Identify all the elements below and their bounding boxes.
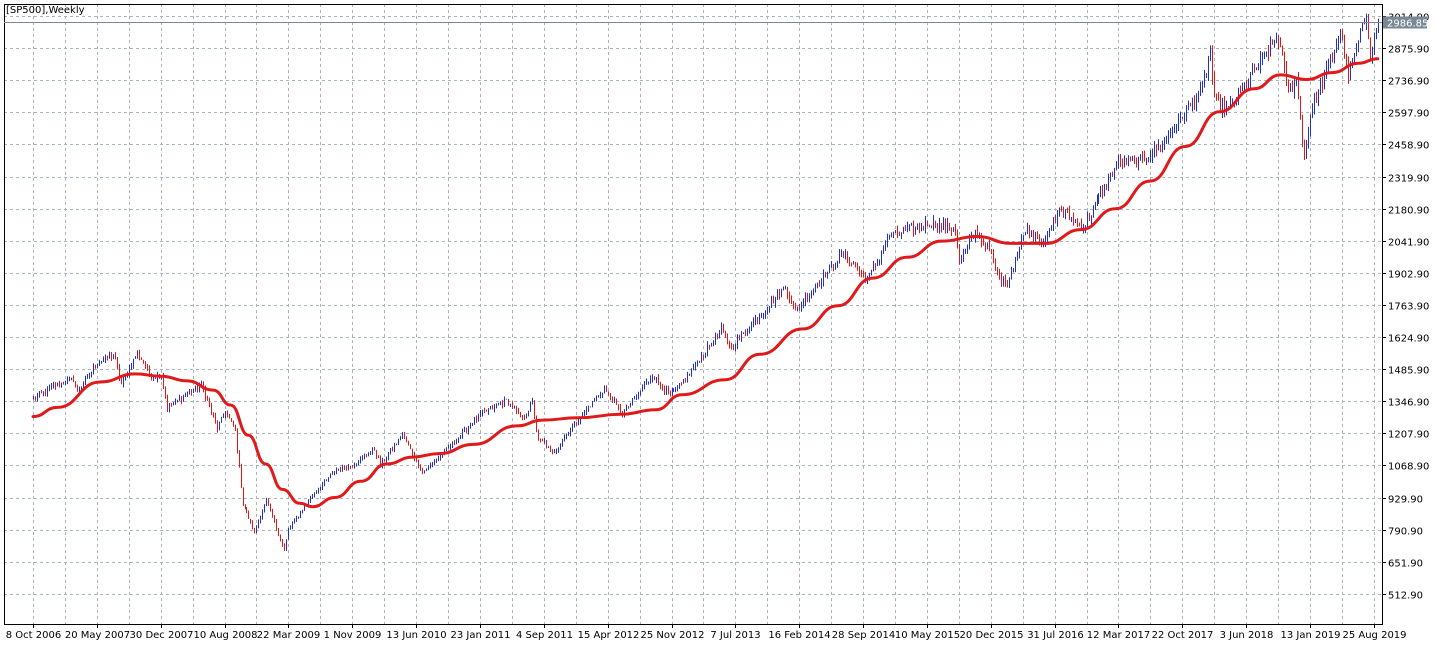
y-tick-label: 2597.90 [1388,109,1429,120]
y-tick-label: 1763.90 [1388,302,1429,313]
x-tick-label: 22 Oct 2017 [1152,630,1214,641]
x-tick-label: 8 Oct 2006 [6,630,61,641]
x-tick-label: 10 May 2015 [895,630,960,641]
x-tick-label: 15 Apr 2012 [578,630,640,641]
x-tick-label: 23 Jan 2011 [451,630,511,641]
y-tick-label: 1485.90 [1388,366,1429,377]
x-tick-label: 10 Aug 2008 [193,630,257,641]
x-tick-label: 25 Aug 2019 [1342,630,1406,641]
y-tick-label: 1207.90 [1388,430,1429,441]
y-tick-label: 1346.90 [1388,398,1429,409]
x-tick-label: 12 Mar 2017 [1087,630,1150,641]
x-tick-label: 20 May 2007 [65,630,130,641]
x-tick-label: 20 Dec 2015 [960,630,1024,641]
x-tick-label: 3 Jun 2018 [1220,630,1274,641]
x-tick-label: 4 Sep 2011 [516,630,573,641]
y-tick-label: 2041.90 [1388,238,1429,249]
y-tick-label: 512.90 [1388,591,1423,602]
x-tick-label: 31 Jul 2016 [1027,630,1084,641]
chart-window[interactable]: 3014.902875.902736.902597.902458.902319.… [0,0,1436,646]
symbol-timeframe-label: [SP500],Weekly [6,5,85,16]
x-tick-label: 28 Sep 2014 [832,630,895,641]
x-tick-label: 1 Nov 2009 [324,630,382,641]
price-chart[interactable]: 3014.902875.902736.902597.902458.902319.… [0,0,1436,646]
x-tick-label: 22 Mar 2009 [257,630,320,641]
x-tick-label: 30 Dec 2007 [130,630,194,641]
y-tick-label: 2458.90 [1388,141,1429,152]
current-price-label: 2986.85 [1387,18,1428,29]
y-tick-label: 2875.90 [1388,45,1429,56]
y-tick-label: 1068.90 [1388,462,1429,473]
y-tick-label: 2736.90 [1388,77,1429,88]
x-tick-label: 25 Nov 2012 [640,630,704,641]
x-tick-label: 13 Jun 2010 [386,630,446,641]
x-tick-label: 7 Jul 2013 [710,630,760,641]
y-tick-label: 651.90 [1388,559,1423,570]
y-tick-label: 1624.90 [1388,334,1429,345]
x-tick-label: 16 Feb 2014 [768,630,830,641]
y-tick-label: 2319.90 [1388,174,1429,185]
y-tick-label: 1902.90 [1388,270,1429,281]
y-tick-label: 929.90 [1388,495,1423,506]
x-tick-label: 13 Jan 2019 [1281,630,1341,641]
y-tick-label: 790.90 [1388,527,1423,538]
y-tick-label: 2180.90 [1388,206,1429,217]
